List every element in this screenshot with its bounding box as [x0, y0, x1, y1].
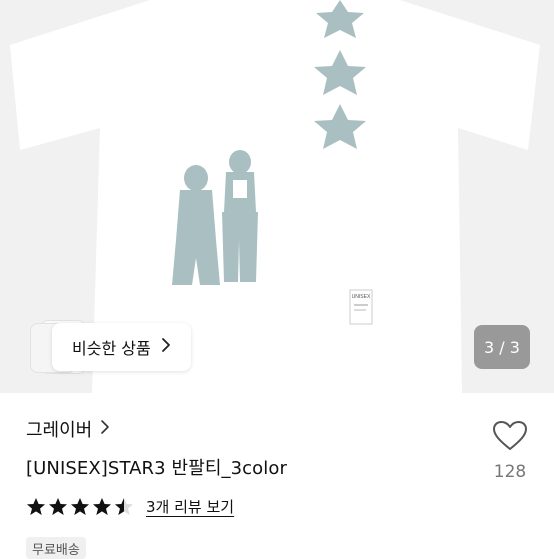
star-icon [115, 497, 133, 515]
rating-row: 3개 리뷰 보기 [26, 496, 234, 517]
like-button[interactable]: 128 [486, 420, 534, 482]
product-title: [UNISEX]STAR3 반팔티_3color [26, 458, 287, 479]
shirt-tag: UNISEX [349, 289, 373, 325]
rating-stars [26, 497, 134, 517]
star-icon [49, 497, 67, 515]
star-icon [93, 497, 111, 515]
similar-products-button[interactable]: 비슷한 상품 [52, 323, 191, 371]
brand-name: 그레이버 [26, 420, 93, 441]
star-icon [27, 497, 45, 515]
svg-text:UNISEX: UNISEX [352, 294, 371, 300]
free-shipping-badge: 무료배송 [26, 537, 86, 559]
review-link[interactable]: 3개 리뷰 보기 [146, 496, 234, 517]
similar-products-label: 비슷한 상품 [72, 339, 151, 358]
heart-outline-icon [492, 421, 528, 456]
chevron-right-icon [161, 337, 171, 358]
image-page-indicator: 3 / 3 [474, 325, 530, 369]
chevron-right-icon [100, 419, 110, 440]
star-icon [71, 497, 89, 515]
brand-link[interactable]: 그레이버 [26, 416, 110, 442]
product-image-viewer[interactable]: UNISEX 비슷한 상품 3 / 3 [0, 0, 554, 393]
like-count: 128 [493, 462, 527, 482]
